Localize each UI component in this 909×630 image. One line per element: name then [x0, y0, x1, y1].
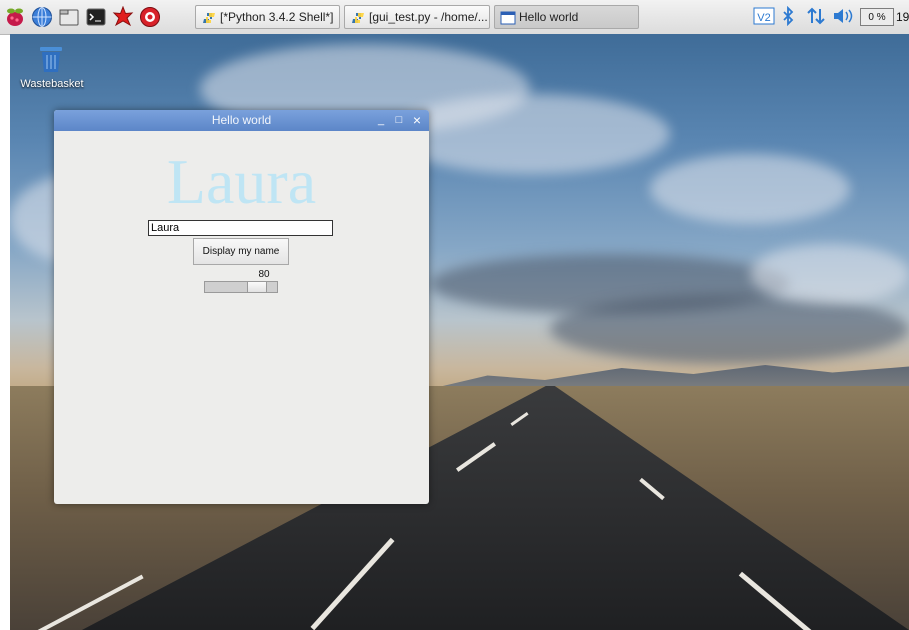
name-display-label: Laura — [166, 146, 317, 217]
window-icon — [500, 10, 516, 25]
display-name-button[interactable]: Display my name — [193, 238, 289, 265]
wastebasket-label: Wastebasket — [20, 78, 84, 90]
scale-slider[interactable] — [204, 281, 278, 293]
maximize-icon[interactable]: □ — [392, 110, 406, 131]
terminal-icon[interactable] — [85, 6, 107, 28]
window-title: Hello world — [211, 113, 272, 127]
svg-text:V2: V2 — [757, 12, 770, 24]
bluetooth-icon[interactable] — [779, 5, 797, 28]
network-icon[interactable] — [805, 6, 827, 28]
task-python-shell[interactable]: [*Python 3.4.2 Shell*] — [195, 5, 340, 29]
name-entry-field[interactable] — [148, 220, 333, 236]
hello-world-window: Hello world _ □ × Laura Display my name … — [54, 110, 429, 504]
window-titlebar[interactable]: Hello world _ □ × — [54, 110, 429, 131]
task-gui-test-editor[interactable]: [gui_test.py - /home/... — [344, 5, 490, 29]
taskbar: [*Python 3.4.2 Shell*] [gui_test.py - /h… — [0, 0, 909, 35]
minimize-icon[interactable]: _ — [374, 110, 388, 131]
scale-value-label: 80 — [258, 269, 270, 280]
python-icon — [201, 10, 217, 24]
task-label: [*Python 3.4.2 Shell*] — [220, 10, 334, 24]
vnc-icon[interactable]: V2 — [752, 6, 776, 28]
task-hello-world[interactable]: Hello world — [494, 5, 639, 29]
mathematica-icon[interactable] — [112, 5, 134, 28]
wastebasket-icon — [36, 44, 66, 74]
raspberry-menu-icon[interactable] — [4, 6, 26, 28]
wastebasket[interactable]: Wastebasket — [14, 42, 90, 100]
task-label: Hello world — [519, 10, 579, 24]
python-icon — [350, 10, 366, 24]
volume-icon[interactable] — [831, 6, 855, 28]
web-browser-icon[interactable] — [31, 6, 53, 28]
scale-handle[interactable] — [247, 282, 267, 292]
wolfram-icon[interactable] — [139, 6, 161, 28]
clock[interactable]: 19 — [896, 8, 909, 26]
cpu-monitor[interactable]: 0 % — [860, 8, 894, 26]
file-manager-icon[interactable] — [58, 6, 80, 28]
close-icon[interactable]: × — [410, 110, 424, 131]
task-label: [gui_test.py - /home/... — [369, 10, 488, 24]
